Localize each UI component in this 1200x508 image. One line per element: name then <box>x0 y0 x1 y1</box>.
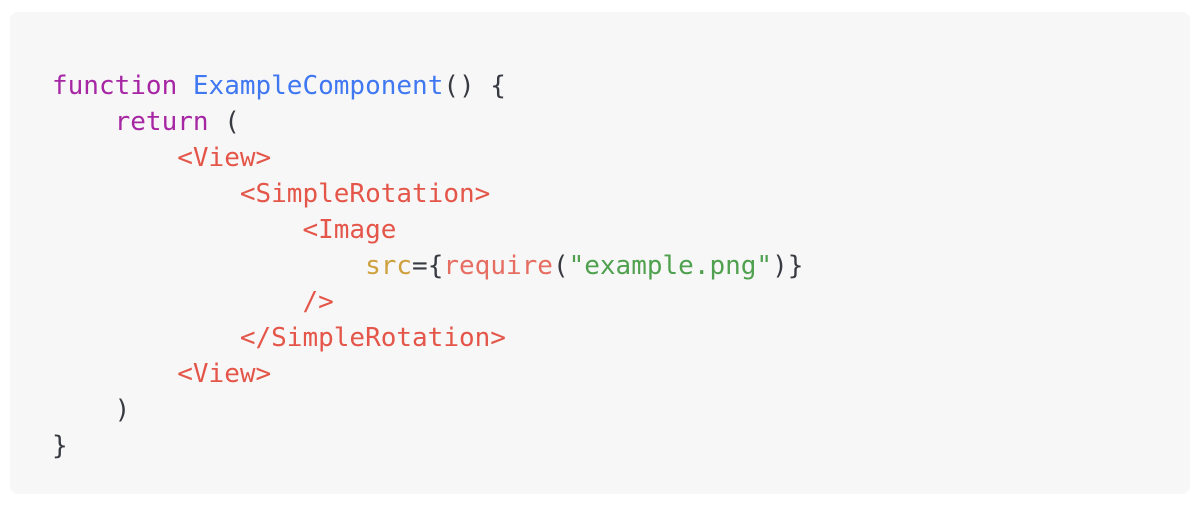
call-token: require <box>443 251 553 281</box>
punctuation-token: ( <box>552 251 569 281</box>
code-line-11: } <box>52 428 1190 464</box>
code-line-9: <View> <box>52 356 1190 392</box>
code-line-3: <View> <box>52 140 1190 176</box>
code-line-5: <Image <box>52 212 1190 248</box>
code-line-6: src={require("example.png")} <box>52 248 1190 284</box>
string-token: "example.png" <box>568 251 773 281</box>
code-line-7: /> <box>52 284 1190 320</box>
jsx-tag-token: <Image <box>302 215 397 245</box>
jsx-tag-token: /> <box>302 287 334 317</box>
attribute-token: src <box>365 251 413 281</box>
punctuation-token: ={ <box>412 251 444 281</box>
code-block: function ExampleComponent() { return ( <… <box>10 12 1190 494</box>
code-line-2: return ( <box>52 104 1190 140</box>
code-line-1: function ExampleComponent() { <box>52 68 1190 104</box>
jsx-tag-token: <View> <box>177 359 272 389</box>
function-name-token: ExampleComponent <box>192 71 444 101</box>
code-line-4: <SimpleRotation> <box>52 176 1190 212</box>
jsx-tag-token: </SimpleRotation> <box>239 323 506 353</box>
punctuation-token: } <box>52 431 68 461</box>
keyword-token: return <box>114 107 209 137</box>
jsx-tag-token: <View> <box>177 143 272 173</box>
punctuation-token: () { <box>443 71 506 101</box>
code-line-10: ) <box>52 392 1190 428</box>
punctuation-token: ) <box>114 395 131 425</box>
code-content: function ExampleComponent() { return ( <… <box>52 68 1190 464</box>
jsx-tag-token: <SimpleRotation> <box>239 179 491 209</box>
code-line-8: </SimpleRotation> <box>52 320 1190 356</box>
punctuation-token: ( <box>208 107 240 137</box>
keyword-token: function <box>52 71 178 101</box>
punctuation-token: )} <box>772 251 804 281</box>
